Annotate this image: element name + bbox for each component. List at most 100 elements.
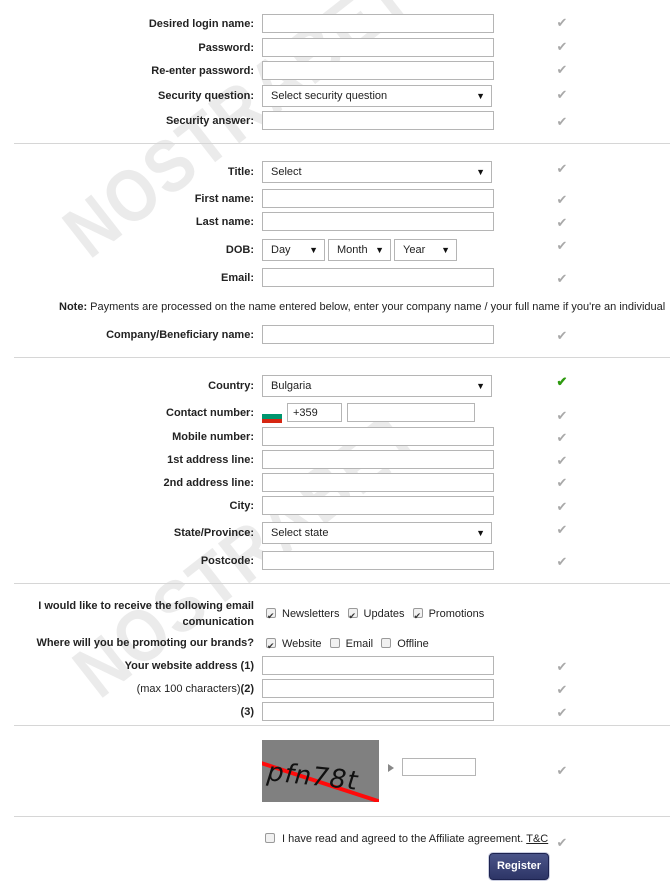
section-divider [14,725,670,726]
check-icon: ✔ [556,682,568,697]
mobile-number-label: Mobile number: [172,431,254,443]
contact-number-label: Contact number: [166,407,254,419]
check-icon: ✔ [556,15,568,30]
title-value: Select [271,166,302,178]
dob-year-select[interactable]: Year ▼ [394,239,457,261]
security-answer-row: Security answer: ✔ [0,111,670,131]
first-name-input[interactable] [262,189,494,208]
check-icon: ✔ [556,763,568,778]
reenter-password-row: Re-enter password: ✔ [0,61,670,81]
country-select[interactable]: Bulgaria ▼ [262,375,492,397]
state-value: Select state [271,527,329,539]
company-label: Company/Beneficiary name: [106,329,254,341]
offline-checkbox[interactable] [381,638,392,648]
dial-code-input[interactable] [287,403,342,422]
terms-link[interactable]: T&C [526,833,548,845]
promotions-option[interactable]: Promotions [412,606,485,626]
password-label: Password: [198,42,254,54]
reenter-password-input[interactable] [262,61,494,80]
security-answer-label: Security answer: [165,115,254,127]
agreement-text: I have read and agreed to the Affiliate … [282,833,527,845]
city-input[interactable] [262,496,494,515]
mobile-number-input[interactable] [262,427,494,446]
bulgaria-flag-icon [262,410,282,423]
section-divider [14,583,670,584]
security-question-label: Security question: [158,90,254,102]
dropdown-arrow-icon: ▼ [476,528,485,538]
website-option[interactable]: Website [266,636,322,656]
section-divider [14,143,670,144]
dob-month-value: Month [337,244,368,256]
check-icon: ✔ [556,192,568,207]
contact-number-input[interactable] [347,403,475,422]
title-row: Title: Select ▼ ✔ [0,161,670,183]
captcha-arrow-icon [388,764,394,772]
country-row: Country: Bulgaria ▼ ✔ [0,375,670,397]
postcode-input[interactable] [262,551,494,570]
agreement-row: I have read and agreed to the Affiliate … [265,833,548,845]
website-checkbox[interactable] [266,636,276,656]
section-divider [14,357,670,358]
state-select[interactable]: Select state ▼ [262,522,492,544]
password-input[interactable] [262,38,494,57]
check-icon: ✔ [556,215,568,230]
website2-input[interactable] [262,679,494,698]
title-select[interactable]: Select ▼ [262,161,492,183]
title-label: Title: [227,166,254,178]
captcha-text: pfn78t [265,757,360,797]
security-question-row: Security question: Select security quest… [0,85,670,107]
dob-day-value: Day [271,244,291,256]
city-row: City: ✔ [0,496,670,516]
dropdown-arrow-icon: ▼ [375,245,384,255]
agreement-checkbox[interactable] [265,833,275,843]
email-input[interactable] [262,268,494,287]
address1-input[interactable] [262,450,494,469]
check-icon: ✔ [556,39,568,54]
address2-input[interactable] [262,473,494,492]
email-communication-label-line1: I would like to receive the following em… [38,600,254,612]
website-label: Website [282,638,322,650]
updates-checkbox[interactable] [347,606,358,626]
website2-hint: (max 100 characters) [136,683,241,695]
email-row: Email: ✔ [0,268,670,288]
security-question-select[interactable]: Select security question ▼ [262,85,492,107]
last-name-label: Last name: [195,216,254,228]
promotions-label: Promotions [428,608,485,620]
newsletters-checkbox[interactable] [266,606,276,626]
newsletters-option[interactable]: Newsletters [266,606,339,626]
check-icon: ✔ [556,554,568,569]
promotions-checkbox[interactable] [412,606,423,626]
dob-label: DOB: [225,244,254,256]
company-row: Company/Beneficiary name: ✔ [0,325,670,345]
security-answer-input[interactable] [262,111,494,130]
website2-row: (max 100 characters)(2) ✔ [0,679,670,699]
offline-option[interactable]: Offline [381,638,429,650]
state-row: State/Province: Select state ▼ ✔ [0,522,670,544]
website1-input[interactable] [262,656,494,675]
register-button[interactable]: Register [489,853,549,880]
updates-option[interactable]: Updates [347,606,405,626]
email-checkbox[interactable] [329,638,340,648]
address2-row: 2nd address line: ✔ [0,473,670,493]
first-name-label: First name: [194,193,254,205]
country-value: Bulgaria [271,380,312,392]
captcha-input[interactable] [402,758,476,776]
check-icon: ✔ [556,430,568,445]
check-icon: ✔ [556,499,568,514]
dob-day-select[interactable]: Day ▼ [262,239,325,261]
website3-row: (3) ✔ [0,702,670,722]
check-icon: ✔ [556,328,568,343]
website3-input[interactable] [262,702,494,721]
login-name-input[interactable] [262,14,494,33]
email-option[interactable]: Email [329,638,373,650]
login-name-label: Desired login name: [148,18,254,30]
check-icon: ✔ [556,114,568,129]
dob-month-select[interactable]: Month ▼ [328,239,391,261]
check-icon: ✔ [556,87,568,102]
check-icon: ✔ [556,522,568,537]
website2-number: (2) [240,683,254,695]
company-input[interactable] [262,325,494,344]
last-name-input[interactable] [262,212,494,231]
check-icon: ✔ [556,408,568,423]
postcode-row: Postcode: ✔ [0,551,670,571]
